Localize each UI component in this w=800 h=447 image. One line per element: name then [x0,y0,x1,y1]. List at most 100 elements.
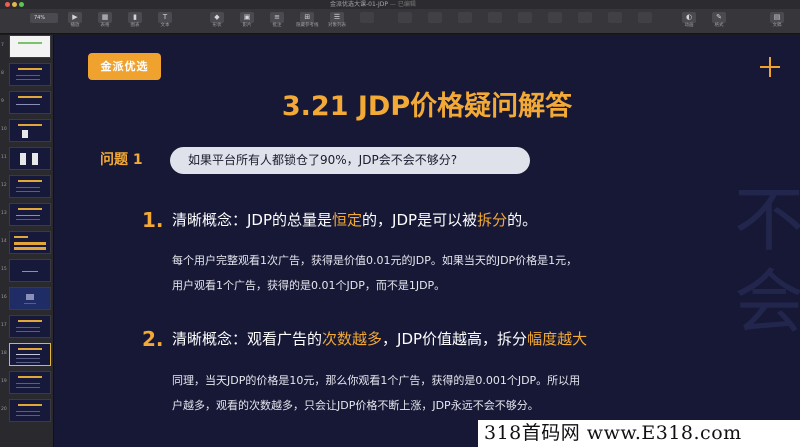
slide-thumbnail[interactable]: 7 [0,35,53,61]
animate-icon: ◐ [682,12,696,23]
format-button[interactable]: ✎ 格式 [712,12,726,29]
heading-highlight: 次数越多 [322,330,383,348]
slide-thumbnail[interactable]: 14 [0,229,53,257]
slide-thumbnail[interactable]: 18 [0,341,53,369]
media-icon: ▣ [240,12,254,23]
thumbnail-image [9,399,51,422]
thumb-line [14,242,46,245]
zoom-window-button[interactable] [19,2,24,7]
window-title: 金派优选大课-01-JDP — 已编辑 [330,0,416,9]
hide-guides-label: 隐藏参考线 [296,23,319,28]
slide-thumbnail[interactable]: 9 [0,89,53,117]
slide-thumbnail[interactable]: 15 [0,257,53,285]
thumbnail-image [9,175,51,198]
toolbar-disabled-9[interactable] [608,12,622,23]
comment-button[interactable]: ≡ 批注 [270,12,284,29]
toolbar-disabled-7[interactable] [548,12,562,23]
slide-thumbnail[interactable]: 13 [0,201,53,229]
thumb-line [16,331,40,332]
keynote-window: 金派优选大课-01-JDP — 已编辑 74% ▶ 播放 ▦ 表格 ▮ 图表 T… [0,0,800,447]
toolbar-disabled-6[interactable] [518,12,532,23]
slide-number: 19 [1,379,7,384]
toolbar-disabled-4[interactable] [458,12,472,23]
disabled-tool-icon [548,12,562,23]
disabled-tool-icon [638,12,652,23]
close-window-button[interactable] [5,2,10,7]
thumb-line [16,215,40,216]
list-icon: ☰ [330,12,344,23]
thumb-line [16,187,40,188]
thumbnail-image [9,119,51,142]
thumb-line [16,362,40,363]
thumb-bar [18,96,42,98]
thumb-line [16,415,40,416]
slide-number: 12 [1,183,7,188]
slide-thumbnail[interactable]: 20 [0,397,53,425]
disabled-tool-icon [518,12,532,23]
thumbnail-image [9,371,51,394]
document-icon: ▤ [770,12,784,23]
point-heading: 清晰概念：JDP的总量是恒定的，JDP是可以被拆分的。 [172,207,537,233]
thumb-line [22,271,38,272]
chart-icon: ▮ [128,12,142,23]
slide-thumbnail[interactable]: 10 [0,117,53,145]
comment-icon: ≡ [270,12,284,23]
slide-number: 9 [1,99,4,104]
toolbar-disabled-8[interactable] [578,12,592,23]
table-button[interactable]: ▦ 表格 [98,12,112,29]
chart-label: 图表 [130,23,140,28]
thumbnail-image [9,315,51,338]
minimize-window-button[interactable] [12,2,17,7]
slide-number: 18 [1,351,7,356]
toolbar-disabled-3[interactable] [428,12,442,23]
toolbar-disabled-2[interactable] [398,12,412,23]
hide-guides-button[interactable]: ⊞ 隐藏参考线 [296,12,319,29]
slide-thumbnail[interactable]: 17 [0,313,53,341]
toolbar-disabled-1[interactable] [360,12,374,23]
heading-highlight: 拆分 [477,211,508,229]
slide-canvas[interactable]: 不 会 金派优选 3.21 JDP价格疑问解答 问题 1 如果平台所有人都锁仓了… [54,35,800,447]
background-character: 会 [734,261,800,343]
media-button[interactable]: ▣ 影片 [240,12,254,29]
animate-button[interactable]: ◐ 动画 [682,12,696,29]
point-body-line: 同理，当天JDP的价格是10元，那么你观看1个广告，获得的是0.001个JDP。… [172,374,581,387]
table-label: 表格 [100,23,110,28]
slide-number: 16 [1,295,7,300]
slide-thumbnail[interactable]: 12 [0,173,53,201]
shape-button[interactable]: ◆ 形状 [210,12,224,29]
toolbar-disabled-5[interactable] [488,12,502,23]
thumb-line [16,383,40,384]
thumb-line [14,247,46,250]
plus-icon [756,53,784,81]
play-icon: ▶ [68,12,82,23]
chart-button[interactable]: ▮ 图表 [128,12,142,29]
thumbnail-image [9,287,51,310]
zoom-select[interactable]: 74% [30,13,58,23]
text-label: 文本 [160,23,170,28]
media-label: 影片 [242,23,252,28]
slide-thumbnail[interactable]: 8 [0,61,53,89]
comment-label: 批注 [272,23,282,28]
slide-number: 8 [1,71,4,76]
object-list-button[interactable]: ☰ 对象列表 [328,12,346,29]
slide-thumbnail[interactable]: 11 [0,145,53,173]
disabled-tool-icon [360,12,374,23]
play-button[interactable]: ▶ 播放 [68,12,82,29]
table-icon: ▦ [98,12,112,23]
question-label: 问题 1 [100,152,143,168]
thumb-line [16,104,40,105]
thumb-bar [18,68,42,70]
toolbar-disabled-10[interactable] [638,12,652,23]
slide-number: 7 [1,43,4,48]
thumb-line [16,358,40,359]
thumbnail-image [9,91,51,114]
document-button[interactable]: ▤ 文稿 [770,12,784,29]
slide-number: 15 [1,267,7,272]
text-button[interactable]: T 文本 [158,12,172,29]
thumb-bar [18,404,42,406]
slide-thumbnail[interactable]: 16 [0,285,53,313]
slide-number: 20 [1,407,7,412]
thumb-line [16,327,40,328]
text-icon: T [158,12,172,23]
slide-thumbnail[interactable]: 19 [0,369,53,397]
